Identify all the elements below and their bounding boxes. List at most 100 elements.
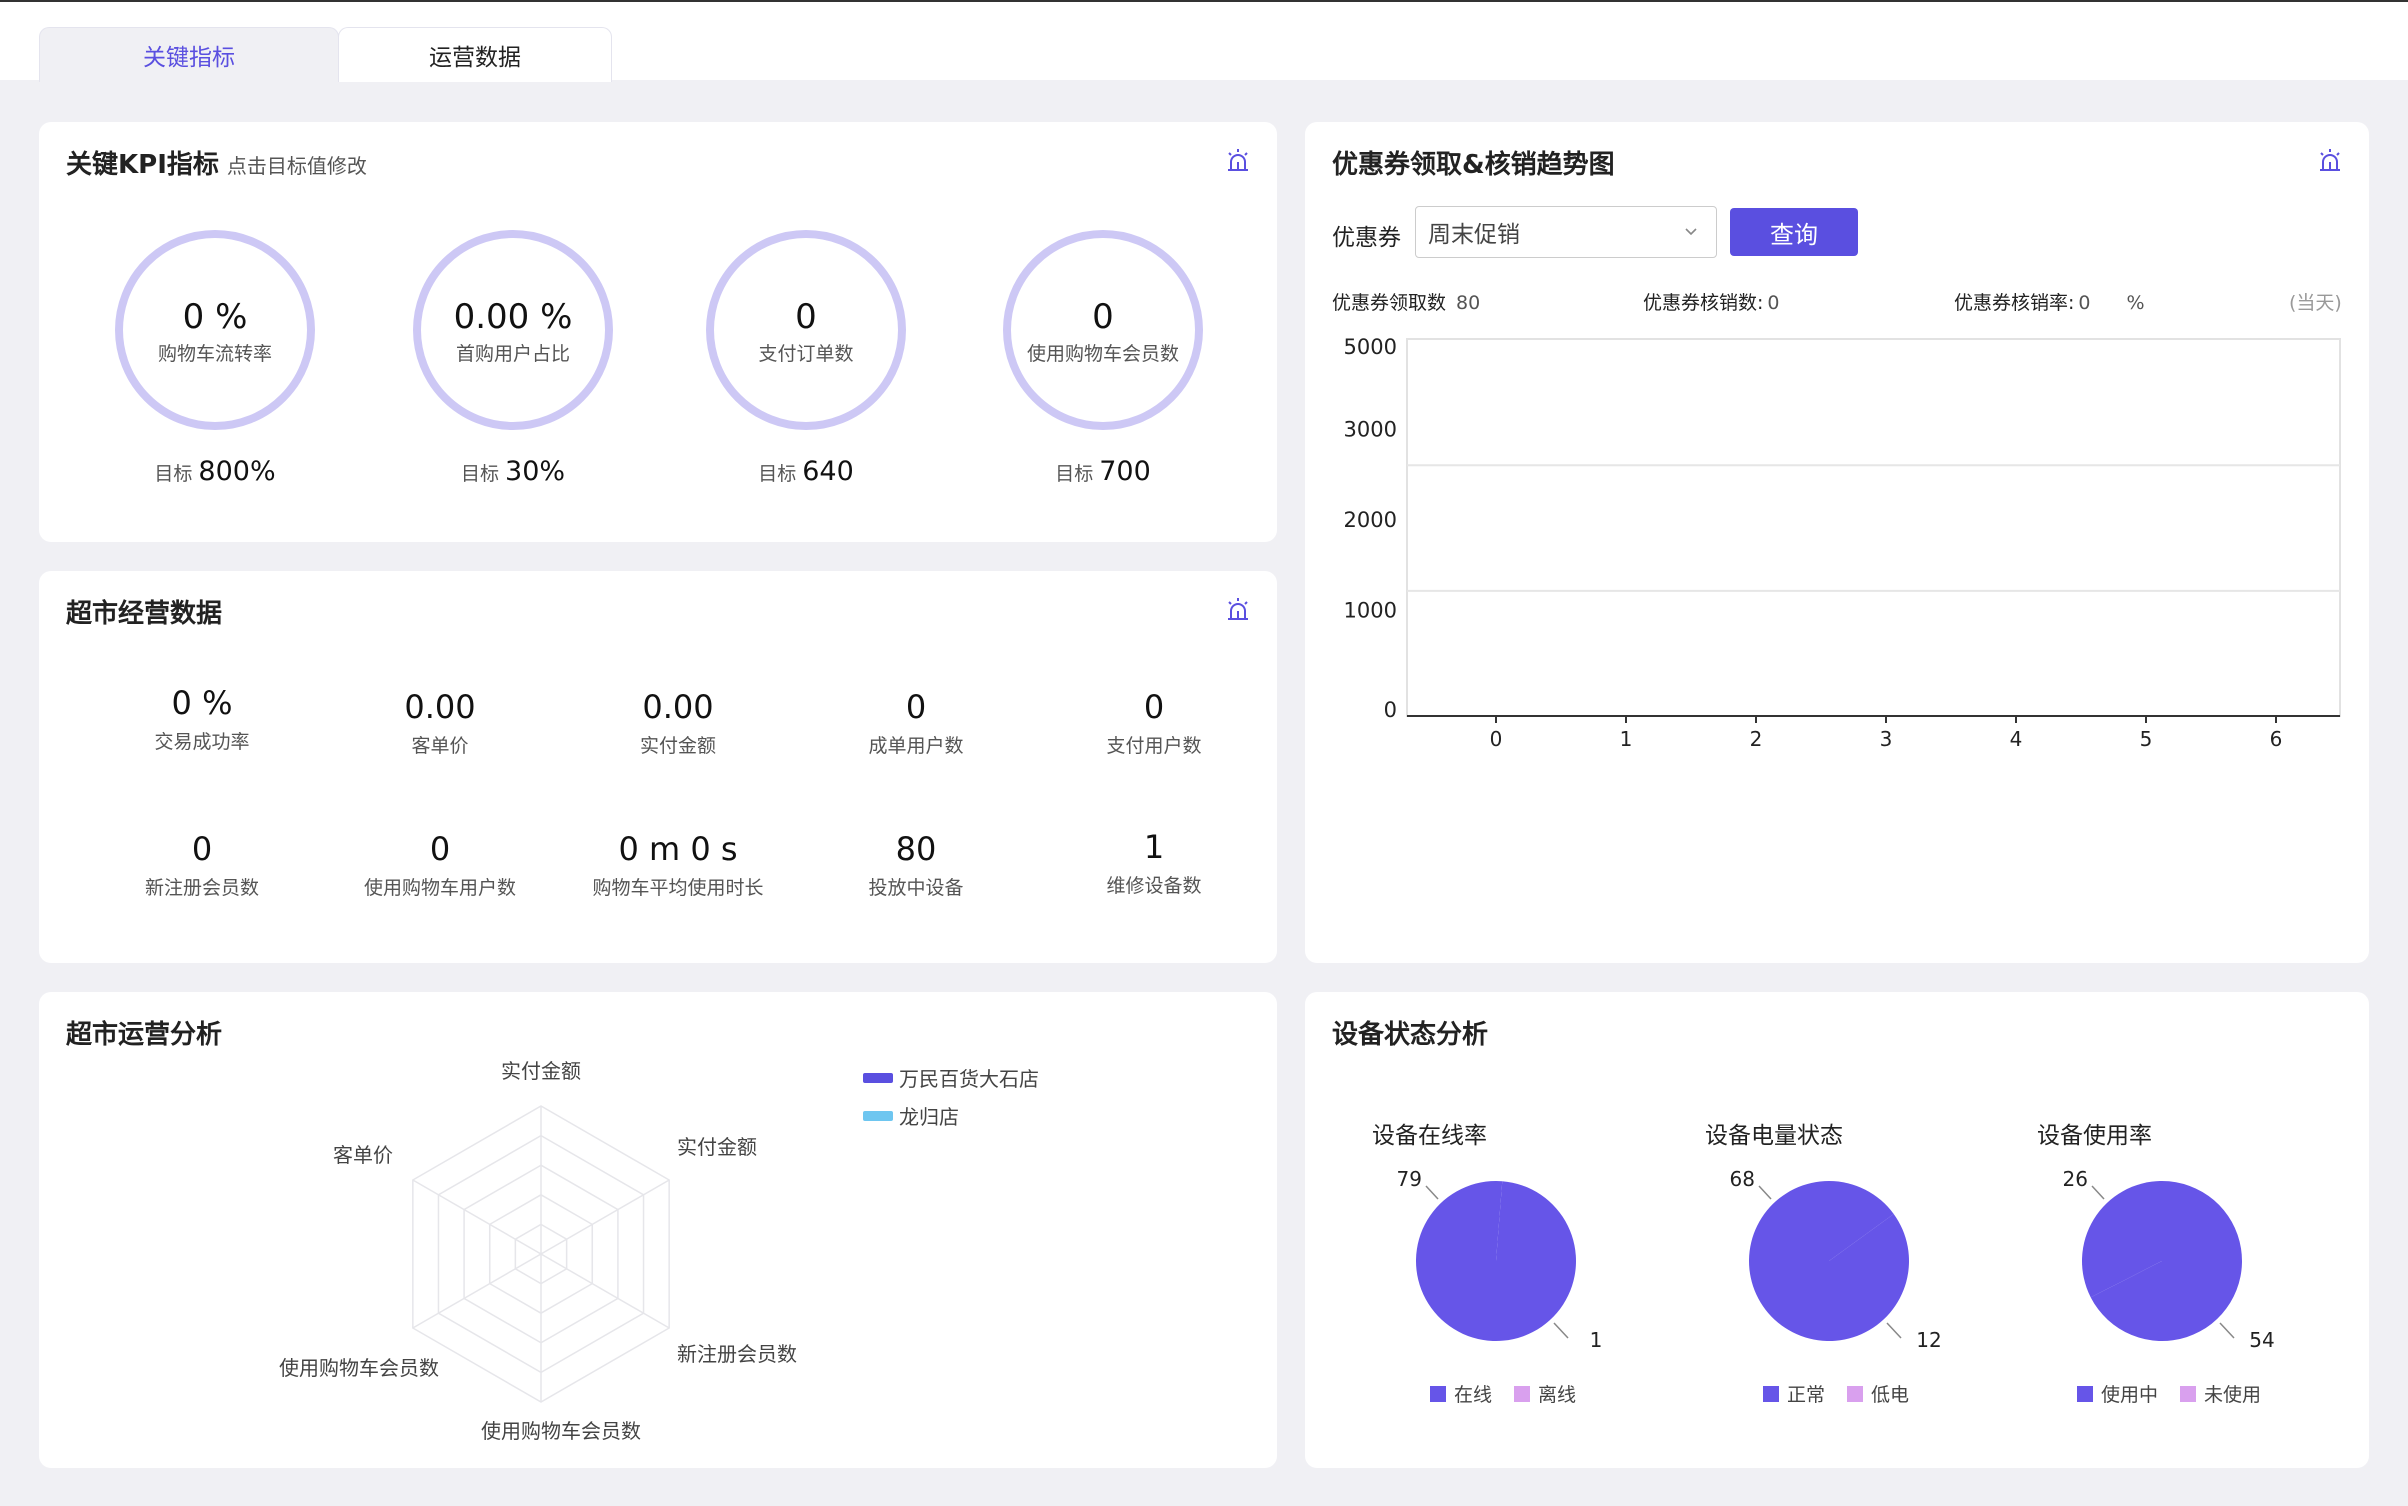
- metric-label: 支付用户数: [1106, 735, 1202, 757]
- kpi-card-title: 关键KPI指标 点击目标值修改: [66, 144, 367, 181]
- x-tick-label: 5: [2140, 727, 2153, 751]
- pie-leader-line: [1553, 1322, 1569, 1339]
- metric-value: 80: [895, 830, 937, 868]
- pie-value-label: 54: [2249, 1328, 2274, 1352]
- kpi-first-purchase: 0.00 % 首购用户占比 目标 30%: [413, 230, 613, 487]
- metric-transaction-success: 0 % 交易成功率: [83, 683, 321, 754]
- target-prefix: 目标: [460, 463, 499, 485]
- legend-label[interactable]: 正常: [1787, 1380, 1825, 1407]
- stat-label: 优惠券领取数: [1332, 292, 1447, 314]
- coupon-period: (当天): [2289, 292, 2342, 314]
- legend-swatch: [2180, 1385, 2197, 1402]
- metric-label: 实付金额: [639, 735, 716, 757]
- tab-key-indicators[interactable]: 关键指标: [39, 27, 339, 82]
- legend-swatch: [1763, 1385, 1779, 1402]
- coupon-trend-chart: 5000 3000 2000 1000 0 0 1 2 3 4 5 6: [1344, 335, 2341, 751]
- metric-repair-devices: 1 维修设备数: [1035, 827, 1273, 898]
- legend-swatch: [863, 1110, 893, 1121]
- alarm-icon[interactable]: [1225, 148, 1251, 174]
- coupon-received-stat: 优惠券领取数 80: [1332, 288, 1480, 315]
- metric-value: 0 m 0 s: [618, 830, 738, 868]
- kpi-target[interactable]: 目标 640: [706, 456, 906, 487]
- tab-operations-data[interactable]: 运营数据: [338, 27, 612, 82]
- metric-deployed-devices: 80 投放中设备: [797, 829, 1035, 900]
- pie-leader-line: [1425, 1185, 1439, 1200]
- legend-label: 万民百货大石店: [899, 1067, 1039, 1091]
- analysis-card: 超市运营分析 实付金额 实付金额 新注册会员数 使用购物车会员数 使用购物车会员数 客单价…: [39, 992, 1277, 1468]
- target-prefix: 目标: [154, 463, 193, 485]
- legend-store-longgui[interactable]: 龙归店: [863, 1101, 959, 1130]
- metric-pay-users: 0 支付用户数: [1035, 687, 1273, 758]
- metric-label: 新注册会员数: [144, 877, 259, 899]
- metric-label: 客单价: [411, 735, 469, 757]
- legend-label[interactable]: 未使用: [2204, 1380, 2261, 1407]
- metric-value: 0.00: [404, 688, 476, 726]
- legend-label[interactable]: 在线: [1454, 1380, 1492, 1407]
- kpi-label: 购物车流转率: [157, 342, 272, 365]
- kpi-cart-conversion: 0 % 购物车流转率 目标 800%: [115, 230, 315, 487]
- coupon-select[interactable]: 周末促销: [1415, 206, 1717, 258]
- kpi-label: 支付订单数: [758, 342, 854, 365]
- pie-legend-online: 在线 离线: [1430, 1380, 1576, 1407]
- query-button[interactable]: 查询: [1730, 208, 1858, 256]
- radar-axis-label: 使用购物车会员数: [481, 1419, 641, 1443]
- kpi-card: 关键KPI指标 点击目标值修改 0 % 购物车流转率 目标 800% 0.00 %…: [39, 122, 1277, 542]
- x-tick-label: 0: [1490, 727, 1503, 751]
- metric-label: 购物车平均使用时长: [592, 877, 764, 899]
- stat-value: 80: [1456, 292, 1481, 314]
- kpi-ring: 0 % 购物车流转率: [115, 230, 315, 430]
- kpi-value: 0.00 %: [453, 296, 573, 337]
- radar-axis-label: 实付金额: [677, 1135, 757, 1159]
- metric-label: 维修设备数: [1106, 875, 1202, 897]
- legend-label[interactable]: 离线: [1538, 1380, 1576, 1407]
- metric-avg-order: 0.00 客单价: [321, 687, 559, 758]
- kpi-title: 关键KPI指标: [66, 150, 219, 180]
- kpi-label: 使用购物车会员数: [1026, 342, 1179, 365]
- coupon-rate-stat: 优惠券核销率: 0%: [1954, 288, 2145, 315]
- coupon-select-value: 周末促销: [1428, 222, 1520, 248]
- kpi-cart-members: 0 使用购物车会员数 目标 700: [1003, 230, 1203, 487]
- metric-value: 1: [1143, 828, 1165, 866]
- metric-value: 0: [429, 830, 451, 868]
- pie-leader-line: [1886, 1322, 1902, 1339]
- pie-leader-line: [2091, 1185, 2105, 1200]
- pie-leader-line: [1758, 1185, 1772, 1200]
- legend-label[interactable]: 低电: [1871, 1380, 1909, 1407]
- kpi-label: 首购用户占比: [455, 342, 570, 365]
- legend-label: 龙归店: [899, 1105, 959, 1129]
- kpi-target[interactable]: 目标 800%: [115, 456, 315, 487]
- kpi-target[interactable]: 目标 30%: [413, 456, 613, 487]
- coupon-card: 优惠券领取&核销趋势图 优惠券 周末促销 查询 优惠券领取数 80 优惠券核销数:…: [1305, 122, 2369, 963]
- coupon-title: 优惠券领取&核销趋势图: [1332, 150, 1615, 180]
- kpi-subtitle: 点击目标值修改: [226, 154, 367, 178]
- kpi-ring: 0.00 % 首购用户占比: [413, 230, 613, 430]
- coupon-select-label: 优惠券: [1332, 225, 1401, 251]
- alarm-icon[interactable]: [1225, 597, 1251, 623]
- alarm-icon[interactable]: [2317, 148, 2343, 174]
- pie-value-label: 68: [1730, 1167, 1755, 1191]
- legend-swatch: [1514, 1385, 1531, 1402]
- legend-label[interactable]: 使用中: [2101, 1380, 2158, 1407]
- metric-new-members: 0 新注册会员数: [83, 829, 321, 900]
- target-value[interactable]: 30%: [505, 456, 565, 487]
- legend-swatch: [863, 1072, 893, 1083]
- radar-spoke: [540, 1179, 670, 1255]
- metric-value: 0.00: [642, 688, 714, 726]
- legend-store-dashi[interactable]: 万民百货大石店: [863, 1063, 1039, 1092]
- radar-axis-label: 实付金额: [501, 1059, 581, 1083]
- y-tick-label: 2000: [1344, 508, 1397, 532]
- radar-spoke: [412, 1253, 542, 1329]
- metric-value: 0: [905, 688, 927, 726]
- coupon-redeemed-stat: 优惠券核销数: 0: [1643, 288, 1780, 315]
- y-tick-label: 0: [1384, 698, 1397, 722]
- stat-value: 0: [1767, 292, 1780, 314]
- stat-label: 优惠券核销率:: [1954, 292, 2075, 314]
- stat-value: 0: [2078, 292, 2091, 314]
- kpi-target[interactable]: 目标 700: [1003, 456, 1203, 487]
- radar-axis-label: 使用购物车会员数: [279, 1356, 439, 1380]
- pie-value-label: 1: [1590, 1328, 1603, 1352]
- target-value[interactable]: 800%: [198, 456, 275, 487]
- pie-slice-primary[interactable]: [1415, 1181, 1576, 1341]
- target-value[interactable]: 700: [1099, 456, 1151, 487]
- target-value[interactable]: 640: [802, 456, 854, 487]
